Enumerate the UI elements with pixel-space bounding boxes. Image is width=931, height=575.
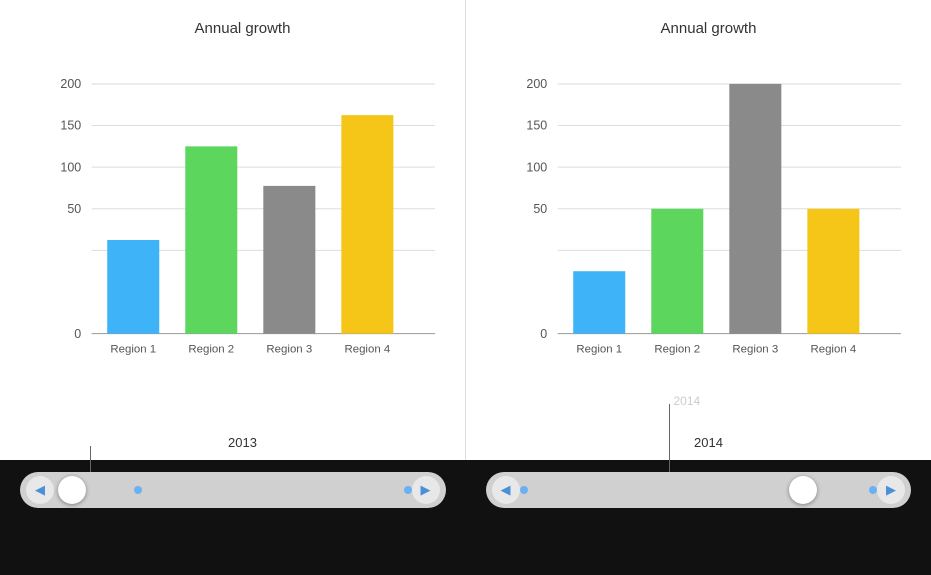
scrubber-track-right[interactable]: ◀ ▶: [486, 472, 912, 508]
chart-right-title: Annual growth: [661, 20, 757, 37]
svg-text:Region 4: Region 4: [810, 343, 856, 355]
chart-left-title: Annual growth: [195, 20, 291, 37]
svg-text:0: 0: [540, 327, 547, 341]
chart-right-svg: 200 150 100 50 0 Region 1 Region 2 Regio…: [516, 49, 901, 431]
svg-text:Region 3: Region 3: [732, 343, 778, 355]
chart-left-svg: 200 150 100 50 0 Region 1 Region 2 Regio…: [50, 49, 435, 431]
charts-area: Annual growth 200 150 100 50 0 Region 1: [0, 0, 931, 460]
svg-text:50: 50: [67, 202, 81, 216]
chart-right-year: 2014: [694, 435, 723, 450]
annotation-label-2014: 2014: [674, 394, 701, 408]
chart-right: Annual growth 200 150 100 50 0 Region 1: [466, 0, 931, 460]
svg-text:Region 1: Region 1: [110, 343, 156, 355]
chart-left-area: 200 150 100 50 0 Region 1 Region 2 Regio…: [50, 49, 435, 431]
scrubber-left-arrow-right[interactable]: ◀: [492, 476, 520, 504]
svg-text:100: 100: [60, 160, 81, 174]
bar-chart2-region3: [729, 84, 781, 334]
svg-text:200: 200: [526, 77, 547, 91]
scrubber-track-left[interactable]: ◀ ▶: [20, 472, 446, 508]
scrubber-inner-left: [54, 486, 412, 494]
svg-text:150: 150: [526, 119, 547, 133]
chart-left-year: 2013: [228, 435, 257, 450]
slider-bar: ◀ ▶ 2014 ◀: [0, 460, 931, 575]
bar-chart1-region2: [185, 146, 237, 333]
svg-text:0: 0: [74, 327, 81, 341]
scrubber-dot-left-1: [134, 486, 142, 494]
bar-chart2-region2: [651, 209, 703, 334]
slider-left: ◀ ▶: [0, 468, 466, 508]
svg-text:50: 50: [533, 202, 547, 216]
slider-right: 2014 ◀ ▶: [466, 468, 931, 508]
bar-chart1-region1: [107, 240, 159, 334]
scrubber-inner-right: [520, 486, 878, 494]
scrubber-dot-right-2: [869, 486, 877, 494]
bar-chart2-region4: [807, 209, 859, 334]
svg-text:Region 3: Region 3: [266, 343, 312, 355]
svg-text:100: 100: [526, 160, 547, 174]
svg-text:200: 200: [60, 77, 81, 91]
chart-left: Annual growth 200 150 100 50 0 Region 1: [0, 0, 466, 460]
bar-chart1-region4: [341, 115, 393, 334]
svg-text:Region 1: Region 1: [576, 343, 622, 355]
bar-chart1-region3: [263, 186, 315, 334]
scrubber-thumb-right[interactable]: [789, 476, 817, 504]
scrubber-right-arrow-right[interactable]: ▶: [877, 476, 905, 504]
svg-text:Region 2: Region 2: [654, 343, 700, 355]
svg-text:Region 4: Region 4: [344, 343, 390, 355]
bar-chart2-region1: [573, 271, 625, 333]
scrubber-right-arrow-left[interactable]: ▶: [412, 476, 440, 504]
scrubber-thumb-left[interactable]: [58, 476, 86, 504]
scrubber-left-arrow-left[interactable]: ◀: [26, 476, 54, 504]
annotation-line-right: [669, 404, 670, 476]
scrubber-dot-right-1: [520, 486, 528, 494]
svg-text:Region 2: Region 2: [188, 343, 234, 355]
scrubber-dot-left-2: [404, 486, 412, 494]
chart-right-area: 200 150 100 50 0 Region 1 Region 2 Regio…: [516, 49, 901, 431]
svg-text:150: 150: [60, 119, 81, 133]
